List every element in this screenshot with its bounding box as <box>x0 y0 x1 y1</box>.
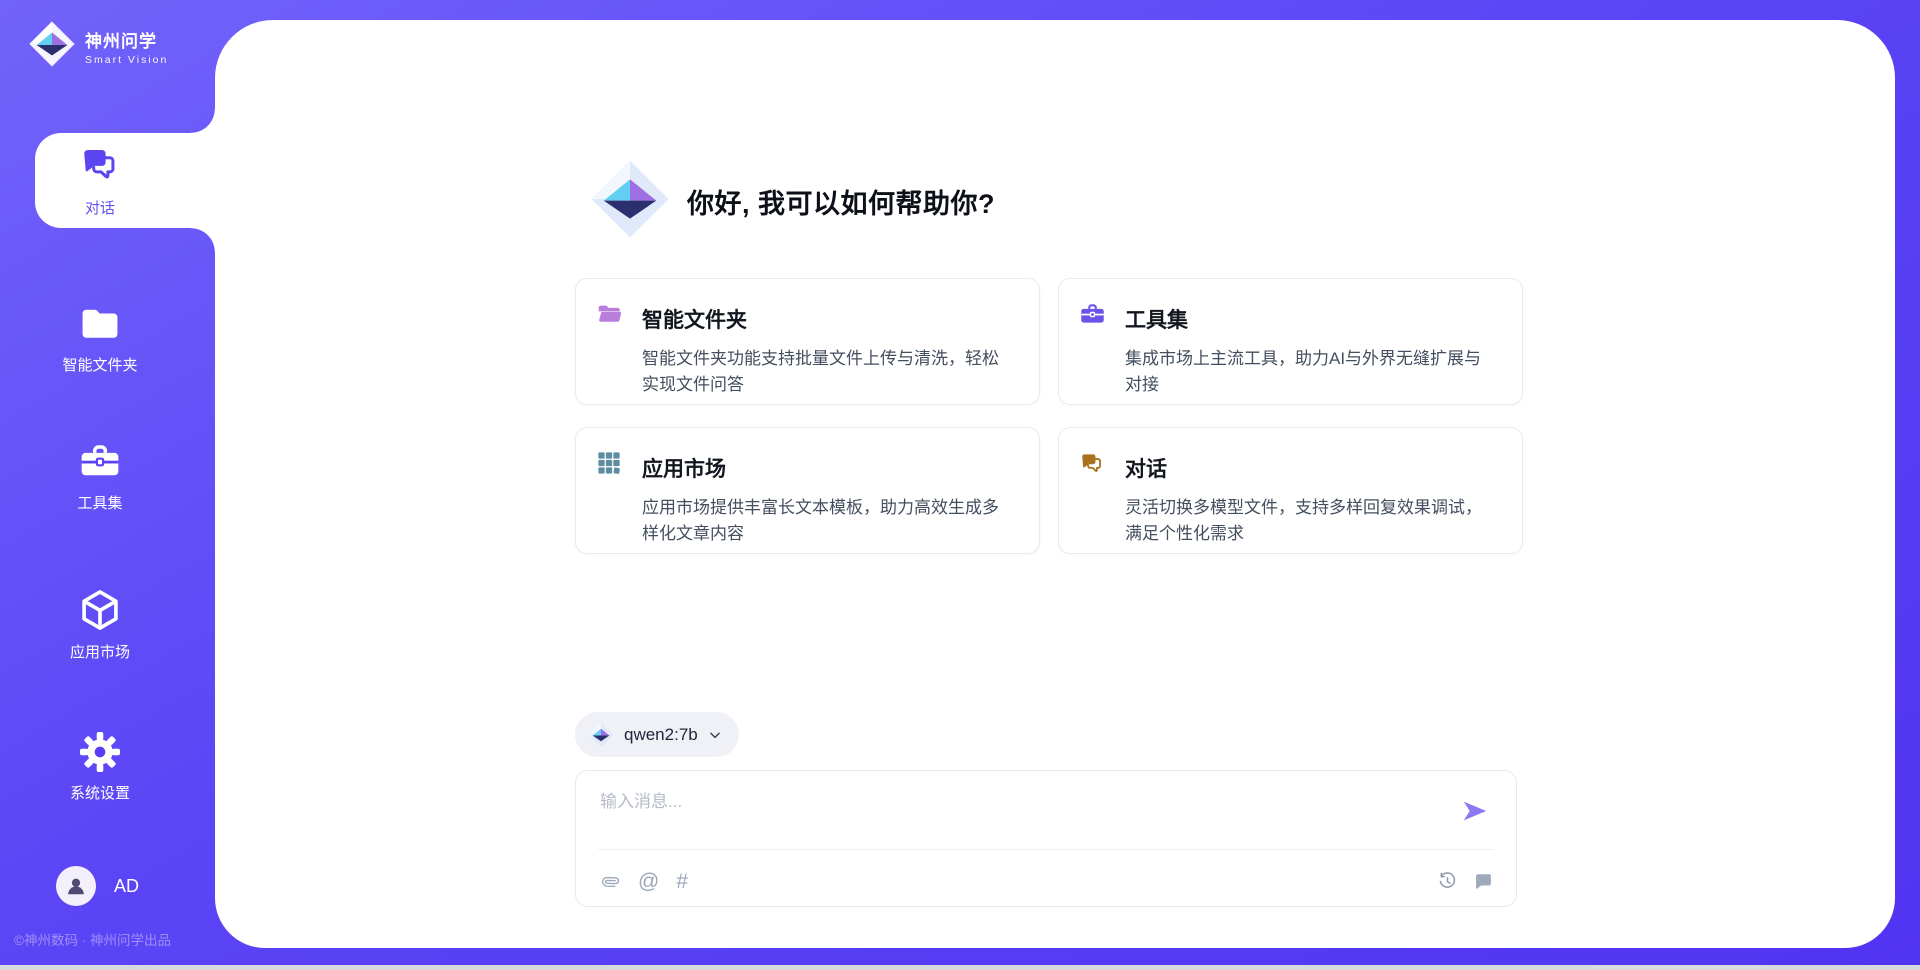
window-bottom-edge <box>0 965 1920 970</box>
composer-divider <box>598 849 1494 850</box>
toolbox-icon <box>1079 301 1109 339</box>
gear-icon <box>0 730 200 774</box>
card-title: 工具集 <box>1125 304 1498 334</box>
card-description: 智能文件夹功能支持批量文件上传与清洗，轻松实现文件问答 <box>642 346 1015 404</box>
sidebar-item-label: 对话 <box>85 197 115 218</box>
folder-open-icon <box>596 301 626 339</box>
chat-bubble-icon[interactable] <box>1473 871 1494 892</box>
brand-logo: 神州问学 Smart Vision <box>28 20 168 73</box>
sidebar-item-label: 智能文件夹 <box>0 354 200 375</box>
card-title: 对话 <box>1125 453 1498 483</box>
chat-icon <box>79 143 121 190</box>
diamond-logo-icon <box>28 20 76 73</box>
tab-fillet-top <box>191 109 215 133</box>
tab-fillet-bottom <box>191 228 215 252</box>
card-description: 应用市场提供丰富长文本模板，助力高效生成多样化文章内容 <box>642 495 1015 554</box>
hashtag-icon[interactable]: # <box>676 871 688 892</box>
card-app-market[interactable]: 应用市场 应用市场提供丰富长文本模板，助力高效生成多样化文章内容 <box>575 427 1040 554</box>
chevron-down-icon[interactable] <box>707 727 723 743</box>
folder-icon <box>0 302 200 346</box>
card-chat[interactable]: 对话 灵活切换多模型文件，支持多样回复效果调试，满足个性化需求 <box>1058 427 1523 554</box>
grid-icon <box>596 450 626 488</box>
sidebar: 神州问学 Smart Vision 对话 智能文件夹 <box>0 0 215 970</box>
card-description: 灵活切换多模型文件，支持多样回复效果调试，满足个性化需求 <box>1125 495 1498 554</box>
model-name: qwen2:7b <box>624 725 698 745</box>
mention-icon[interactable]: @ <box>638 871 659 892</box>
sidebar-item-toolset[interactable]: 工具集 <box>0 440 200 513</box>
history-icon[interactable] <box>1437 871 1458 892</box>
copyright-footer: ©神州数码 · 神州问学出品 <box>14 929 171 949</box>
send-icon[interactable] <box>1460 796 1490 826</box>
user-name: AD <box>114 876 139 897</box>
card-title: 智能文件夹 <box>642 304 1015 334</box>
cube-icon <box>0 587 200 633</box>
message-input[interactable] <box>600 787 1450 839</box>
sidebar-item-smart-folder[interactable]: 智能文件夹 <box>0 302 200 375</box>
composer-toolbar: @ # <box>600 863 1494 899</box>
sidebar-item-label: 系统设置 <box>0 782 200 803</box>
card-toolset[interactable]: 工具集 集成市场上主流工具，助力AI与外界无缝扩展与对接 <box>1058 278 1523 405</box>
card-description: 集成市场上主流工具，助力AI与外界无缝扩展与对接 <box>1125 346 1498 404</box>
brand-name: 神州问学 <box>85 27 168 52</box>
sidebar-item-label: 工具集 <box>0 492 200 513</box>
feature-cards: 智能文件夹 智能文件夹功能支持批量文件上传与清洗，轻松实现文件问答 工具集 集成… <box>575 278 1523 554</box>
sidebar-item-label: 应用市场 <box>0 641 200 662</box>
chat-icon <box>1079 450 1109 488</box>
toolbox-icon <box>0 440 200 484</box>
sidebar-item-chat[interactable]: 对话 <box>35 133 215 228</box>
avatar[interactable] <box>56 866 96 906</box>
model-selector[interactable]: qwen2:7b <box>575 712 739 757</box>
greeting-row: 你好, 我可以如何帮助你? <box>589 158 995 245</box>
message-composer: @ # <box>575 770 1517 907</box>
main-content: 你好, 我可以如何帮助你? 智能文件夹 智能文件夹功能支持批量文件上传与清洗，轻… <box>575 0 1523 970</box>
card-title: 应用市场 <box>642 453 1015 483</box>
sidebar-item-settings[interactable]: 系统设置 <box>0 730 200 803</box>
diamond-logo-icon <box>589 158 671 245</box>
card-smart-folder[interactable]: 智能文件夹 智能文件夹功能支持批量文件上传与清洗，轻松实现文件问答 <box>575 278 1040 405</box>
brand-subtitle: Smart Vision <box>85 54 168 66</box>
user-profile[interactable]: AD <box>56 866 139 906</box>
attachment-icon[interactable] <box>600 871 621 892</box>
sidebar-item-app-market[interactable]: 应用市场 <box>0 587 200 662</box>
diamond-logo-icon <box>588 722 614 748</box>
greeting-title: 你好, 我可以如何帮助你? <box>687 182 995 221</box>
